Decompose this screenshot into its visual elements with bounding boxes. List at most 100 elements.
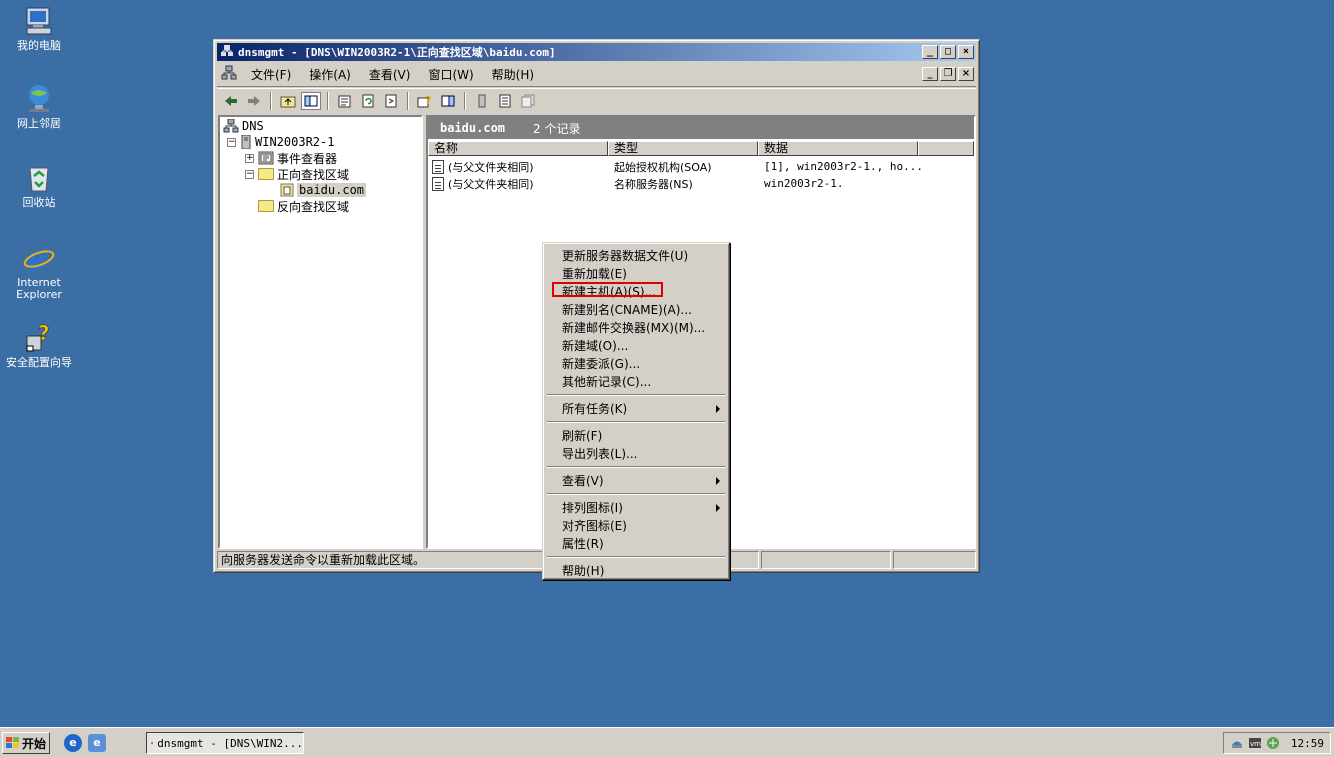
zone-name: baidu.com xyxy=(440,121,506,135)
toolbar-separator xyxy=(407,91,409,110)
title-bar[interactable]: dnsmgmt - [DNS\WIN2003R2-1\正向查找区域\baidu.… xyxy=(217,43,976,61)
refresh-button[interactable] xyxy=(358,92,378,110)
forward-button[interactable] xyxy=(244,92,264,110)
menu-item-label: 排列图标(I) xyxy=(562,501,623,515)
desktop-icon-internet-explorer[interactable]: e Internet Explorer xyxy=(0,242,78,301)
dns-icon xyxy=(223,119,239,133)
multi-record-button[interactable] xyxy=(518,92,538,110)
menu-item-new-alias[interactable]: 新建别名(CNAME)(A)... xyxy=(546,301,726,319)
back-button[interactable] xyxy=(221,92,241,110)
close-button[interactable]: × xyxy=(958,45,974,59)
menu-item-align-icons[interactable]: 对齐图标(E) xyxy=(546,517,726,535)
svg-text:?: ? xyxy=(425,94,431,107)
security-tray-icon[interactable] xyxy=(1230,736,1244,750)
expand-toggle[interactable]: + xyxy=(245,153,254,163)
collapse-toggle[interactable]: − xyxy=(227,137,236,147)
dns-app-icon xyxy=(220,44,234,61)
column-header-name[interactable]: 名称 xyxy=(428,141,608,156)
start-button[interactable]: 开始 xyxy=(2,732,50,754)
collapse-toggle[interactable]: − xyxy=(245,169,254,179)
record-data: win2003r2-1. xyxy=(764,177,844,190)
column-headers: 名称 类型 数据 xyxy=(428,141,974,156)
desktop-quicklaunch-icon[interactable]: e xyxy=(88,734,106,752)
column-header-extra[interactable] xyxy=(918,141,974,156)
desktop-icon-label: Internet Explorer xyxy=(16,276,62,301)
desktop-icon-security-wizard[interactable]: ? 安全配置向导 xyxy=(0,321,78,369)
clock[interactable]: 12:59 xyxy=(1291,737,1324,750)
menu-item-properties[interactable]: 属性(R) xyxy=(546,535,726,553)
menu-item-new-delegation[interactable]: 新建委派(G)... xyxy=(546,355,726,373)
mdi-close-button[interactable]: × xyxy=(958,67,974,81)
maximize-button[interactable]: □ xyxy=(940,45,956,59)
back-arrow-icon xyxy=(225,95,237,106)
quick-launch: e e xyxy=(64,734,106,752)
tree-zone-baidu[interactable]: baidu.com xyxy=(280,182,367,198)
table-row[interactable]: (与父文件夹相同) 名称服务器(NS) win2003r2-1. xyxy=(432,175,843,192)
record-data: [1], win2003r2-1., ho... xyxy=(764,160,923,173)
up-level-button[interactable] xyxy=(278,92,298,110)
menu-file[interactable]: 文件(F) xyxy=(247,64,295,85)
minimize-button[interactable]: _ xyxy=(922,45,938,59)
menu-item-view[interactable]: 查看(V) xyxy=(546,472,726,490)
console-tree: DNS − WIN2003R2-1 + 事件查看器 − 正向查找区域 baidu… xyxy=(218,115,423,549)
menu-action[interactable]: 操作(A) xyxy=(305,64,355,85)
window-title: dnsmgmt - [DNS\WIN2003R2-1\正向查找区域\baidu.… xyxy=(238,46,556,59)
menu-item-export-list[interactable]: 导出列表(L)... xyxy=(546,445,726,463)
show-hide-tree-button[interactable] xyxy=(301,91,321,110)
dns-app-icon xyxy=(151,741,154,745)
tree-event-viewer[interactable]: + 事件查看器 xyxy=(245,150,337,166)
tree-forward-zones[interactable]: − 正向查找区域 xyxy=(245,166,349,182)
event-viewer-icon xyxy=(258,151,274,165)
tree-label: WIN2003R2-1 xyxy=(255,135,335,149)
menu-view[interactable]: 查看(V) xyxy=(365,64,415,85)
record-button[interactable] xyxy=(495,92,515,110)
record-count: 2 个记录 xyxy=(533,121,581,136)
properties-button[interactable] xyxy=(335,92,355,110)
submenu-arrow-icon xyxy=(716,477,720,485)
menu-item-update-data-file[interactable]: 更新服务器数据文件(U) xyxy=(546,247,726,265)
table-row[interactable]: (与父文件夹相同) 起始授权机构(SOA) [1], win2003r2-1.,… xyxy=(432,158,923,175)
menu-item-all-tasks[interactable]: 所有任务(K) xyxy=(546,400,726,418)
mdi-restore-button[interactable]: ❐ xyxy=(940,67,956,81)
taskbar-button-dnsmgmt[interactable]: dnsmgmt - [DNS\WIN2... xyxy=(146,732,304,754)
toolbar-separator xyxy=(270,91,272,110)
ie-quicklaunch-icon[interactable]: e xyxy=(64,734,82,752)
tree-reverse-zones[interactable]: 反向查找区域 xyxy=(258,198,349,214)
vmware-tray-icon[interactable]: vm xyxy=(1248,736,1262,750)
toolbar-separator xyxy=(464,91,466,110)
tree-root-dns[interactable]: DNS xyxy=(223,118,264,134)
server-button[interactable] xyxy=(472,92,492,110)
desktop-icon-label: 网上邻居 xyxy=(17,117,61,130)
status-panel xyxy=(893,551,976,569)
menu-item-new-mx[interactable]: 新建邮件交换器(MX)(M)... xyxy=(546,319,726,337)
action-pane-button[interactable] xyxy=(438,92,458,110)
desktop-icon-recycle-bin[interactable]: 回收站 xyxy=(0,162,78,209)
desktop-icon-network[interactable]: 网上邻居 xyxy=(0,83,78,130)
folder-open-icon xyxy=(258,168,274,180)
pane-icon xyxy=(441,95,455,106)
menu-item-other-records[interactable]: 其他新记录(C)... xyxy=(546,373,726,391)
menu-help[interactable]: 帮助(H) xyxy=(488,64,538,85)
column-header-data[interactable]: 数据 xyxy=(758,141,918,156)
tree-server[interactable]: − WIN2003R2-1 xyxy=(227,134,334,150)
mmc-doc-icon[interactable] xyxy=(221,65,237,84)
tree-label: DNS xyxy=(242,119,264,133)
menu-separator xyxy=(547,421,725,423)
security-wizard-icon: ? xyxy=(23,321,55,354)
menu-window[interactable]: 窗口(W) xyxy=(424,64,477,85)
network-tray-icon[interactable] xyxy=(1266,736,1280,750)
mdi-minimize-button[interactable]: _ xyxy=(922,67,938,81)
menu-item-new-domain[interactable]: 新建域(O)... xyxy=(546,337,726,355)
export-icon xyxy=(385,94,397,107)
menu-item-arrange-icons[interactable]: 排列图标(I) xyxy=(546,499,726,517)
recycle-bin-icon xyxy=(23,162,55,194)
menu-separator xyxy=(547,466,725,468)
menu-item-reload[interactable]: 重新加载(E) xyxy=(546,265,726,283)
export-list-button[interactable] xyxy=(381,92,401,110)
help-button[interactable]: ? xyxy=(415,92,435,110)
menu-item-new-host[interactable]: 新建主机(A)(S)... xyxy=(546,283,726,301)
desktop-icon-my-computer[interactable]: 我的电脑 xyxy=(0,5,78,52)
menu-item-refresh[interactable]: 刷新(F) xyxy=(546,427,726,445)
menu-item-help[interactable]: 帮助(H) xyxy=(546,562,726,580)
column-header-type[interactable]: 类型 xyxy=(608,141,758,156)
